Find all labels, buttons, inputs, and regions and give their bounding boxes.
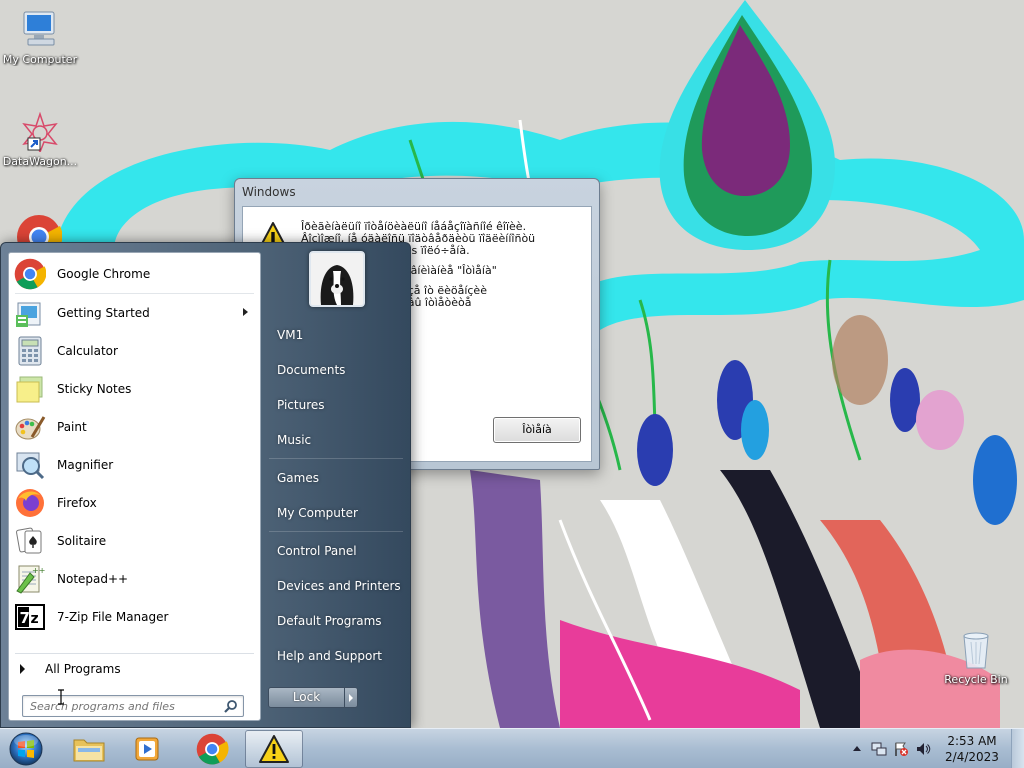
place-item-music[interactable]: Music: [269, 425, 405, 455]
place-item-documents[interactable]: Documents: [269, 355, 405, 385]
program-item-sticky-notes[interactable]: Sticky Notes: [9, 370, 260, 408]
dialog-title: Windows: [242, 185, 296, 199]
search-icon[interactable]: [224, 699, 238, 713]
place-item-default-programs[interactable]: Default Programs: [269, 606, 405, 636]
notepadpp-icon: ++: [14, 563, 46, 595]
program-label: Sticky Notes: [57, 382, 132, 396]
getting-started-icon: [14, 297, 46, 329]
place-item-pictures[interactable]: Pictures: [269, 390, 405, 420]
start-menu-programs-pane: Google Chrome Getting Started Calculator…: [8, 252, 261, 721]
program-label: Calculator: [57, 344, 118, 358]
program-label: Magnifier: [57, 458, 114, 472]
shutdown-options-button[interactable]: [345, 687, 358, 708]
svg-text:++: ++: [32, 566, 45, 575]
taskbar-media-player-button[interactable]: [118, 730, 176, 768]
program-item-getting-started[interactable]: Getting Started: [9, 294, 260, 332]
start-button[interactable]: [6, 731, 46, 767]
desktop-icon-datawagon[interactable]: DataWagon...: [0, 111, 80, 168]
media-player-icon: [135, 737, 159, 761]
place-item-devices-and-printers[interactable]: Devices and Printers: [269, 571, 405, 601]
taskbar: 2:53 AM 2/4/2023: [0, 728, 1024, 768]
svg-text:z: z: [31, 611, 39, 627]
program-label: Paint: [57, 420, 87, 434]
program-item-paint[interactable]: Paint: [9, 408, 260, 446]
program-item-calculator[interactable]: Calculator: [9, 332, 260, 370]
svg-text:7: 7: [20, 609, 30, 627]
program-item-magnifier[interactable]: Magnifier: [9, 446, 260, 484]
submenu-arrow-icon: [243, 308, 248, 316]
folder-icon: [73, 739, 105, 762]
lock-button[interactable]: Lock: [268, 687, 345, 708]
taskbar-explorer-button[interactable]: [60, 730, 118, 768]
separator: [269, 458, 403, 459]
chrome-icon: [196, 733, 229, 765]
program-item-google-chrome[interactable]: Google Chrome: [9, 255, 260, 293]
desktop-icon-label: DataWagon...: [2, 155, 78, 168]
start-menu-places-pane: VM1 Documents Pictures Music Games My Co…: [263, 243, 411, 729]
user-avatar[interactable]: [309, 251, 365, 307]
system-tray: 2:53 AM 2/4/2023: [834, 729, 1024, 768]
place-item-vm1[interactable]: VM1: [269, 320, 405, 350]
chrome-icon: [17, 215, 62, 244]
place-item-my-computer[interactable]: My Computer: [269, 498, 405, 528]
text-cursor-icon: [57, 689, 65, 705]
search-box: [22, 695, 244, 717]
taskbar-warning-dialog-button[interactable]: [245, 730, 303, 768]
volume-icon[interactable]: [915, 741, 931, 757]
desktop-icon-my-computer[interactable]: My Computer: [0, 10, 80, 66]
place-item-games[interactable]: Games: [269, 463, 405, 493]
calculator-icon: [14, 335, 46, 367]
network-icon[interactable]: [871, 741, 887, 757]
program-list: Google Chrome Getting Started Calculator…: [9, 255, 260, 636]
program-item-7zip[interactable]: 7 z 7-Zip File Manager: [9, 598, 260, 636]
warning-icon: [259, 735, 289, 763]
firefox-icon: [14, 487, 46, 519]
recycle-bin-icon: [954, 630, 998, 670]
clock-date: 2/4/2023: [945, 750, 999, 764]
separator: [269, 531, 403, 532]
7zip-icon: 7 z: [14, 601, 46, 633]
program-label: Getting Started: [57, 306, 150, 320]
program-item-solitaire[interactable]: Solitaire: [9, 522, 260, 560]
solitaire-icon: [14, 525, 46, 557]
action-center-flag-icon[interactable]: [893, 741, 909, 757]
computer-icon: [18, 10, 62, 50]
datawagon-shortcut-icon: [18, 111, 62, 155]
show-desktop-button[interactable]: [1011, 729, 1024, 768]
search-input[interactable]: [23, 696, 213, 716]
chrome-icon: [14, 258, 47, 290]
program-label: 7-Zip File Manager: [57, 610, 169, 624]
all-programs-label: All Programs: [45, 662, 121, 676]
taskbar-chrome-button[interactable]: [183, 730, 241, 768]
program-label: Notepad++: [57, 572, 129, 586]
arrow-right-icon: [20, 664, 25, 674]
program-label: Solitaire: [57, 534, 107, 548]
program-item-notepadpp[interactable]: ++ Notepad++: [9, 560, 260, 598]
program-label: Firefox: [57, 496, 97, 510]
clock[interactable]: 2:53 AM 2/4/2023: [942, 733, 1002, 765]
program-label: Google Chrome: [57, 267, 151, 281]
all-programs-button[interactable]: All Programs: [9, 656, 260, 682]
clock-time: 2:53 AM: [947, 734, 997, 748]
start-menu: Google Chrome Getting Started Calculator…: [0, 242, 411, 728]
place-item-control-panel[interactable]: Control Panel: [269, 536, 405, 566]
desktop-icon-label: My Computer: [2, 53, 78, 66]
place-item-help-and-support[interactable]: Help and Support: [269, 641, 405, 671]
sticky-notes-icon: [14, 373, 46, 405]
desktop-icon-chrome[interactable]: [16, 214, 62, 244]
program-item-firefox[interactable]: Firefox: [9, 484, 260, 522]
magnifier-icon: [14, 449, 46, 481]
dialog-ok-button[interactable]: Îòìåíà: [493, 417, 581, 443]
paint-icon: [14, 411, 46, 443]
separator: [15, 653, 254, 654]
desktop-icon-recycle-bin[interactable]: Recycle Bin: [936, 630, 1016, 686]
desktop-icon-label: Recycle Bin: [944, 673, 1008, 686]
show-hidden-icons-icon[interactable]: [849, 741, 865, 757]
